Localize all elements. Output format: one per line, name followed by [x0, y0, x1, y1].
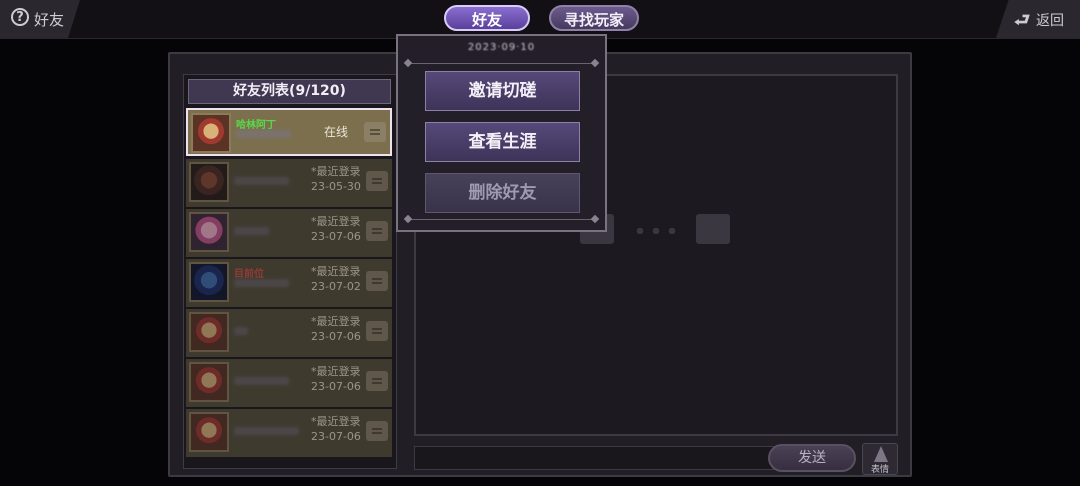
friend-list-header: 好友列表(9/120) [188, 79, 391, 104]
friend-name-blurred [234, 377, 289, 385]
invite-spar-button[interactable]: 邀请切磋 [425, 71, 580, 111]
last-login: *最近登录 23-07-06 [311, 365, 361, 393]
last-login: *最近登录 23-07-06 [311, 215, 361, 243]
emote-icon [874, 446, 888, 462]
delete-friend-button[interactable]: 删除好友 [425, 173, 580, 213]
chat-icon[interactable] [364, 122, 386, 142]
avatar[interactable] [189, 262, 229, 302]
avatar[interactable] [189, 362, 229, 402]
chat-icon[interactable] [366, 271, 388, 291]
back-label[interactable]: 返回 [1036, 10, 1064, 30]
chat-icon[interactable] [366, 371, 388, 391]
friend-name: 目前位 [234, 269, 264, 280]
emote-button[interactable]: 表情 [862, 443, 898, 475]
avatar[interactable] [189, 412, 229, 452]
tab-find-players[interactable]: 寻找玩家 [549, 5, 639, 31]
avatar[interactable] [191, 113, 231, 153]
friend-action-popup: 2023·09·10 邀请切磋 查看生涯 删除好友 [396, 34, 607, 232]
page-title: 好友 [34, 11, 65, 29]
friend-row[interactable]: *最近登录 23-07-06 [186, 309, 392, 357]
last-login: *最近登录 23-05-30 [311, 165, 361, 193]
avatar[interactable] [189, 162, 229, 202]
chat-input[interactable] [414, 446, 774, 470]
tab-friends[interactable]: 好友 [444, 5, 530, 31]
avatar[interactable] [189, 212, 229, 252]
friend-name-blurred [234, 427, 299, 435]
friend-row[interactable]: *最近登录 23-07-06 [186, 359, 392, 407]
last-login: *最近登录 23-07-06 [311, 315, 361, 343]
ellipsis-icon [632, 228, 678, 234]
last-login: *最近登录 23-07-02 [311, 265, 361, 293]
friend-row[interactable]: 目前位 *最近登录 23-07-02 [186, 259, 392, 307]
chat-icon[interactable] [366, 321, 388, 341]
send-button[interactable]: 发送 [768, 444, 856, 472]
last-login: *最近登录 23-07-06 [311, 415, 361, 443]
divider [408, 63, 595, 64]
friend-name: 哈林阿丁 [236, 120, 276, 131]
back-arrow-icon[interactable]: ⮐ [1014, 8, 1030, 38]
friend-name-blurred [234, 327, 248, 335]
popup-title: 2023·09·10 [467, 42, 536, 53]
avatar[interactable] [189, 312, 229, 352]
friend-subtitle [236, 130, 291, 138]
friend-name-blurred [234, 227, 269, 235]
chat-face-icon [696, 214, 730, 244]
friend-row[interactable]: *最近登录 23-05-30 [186, 159, 392, 207]
friend-name-blurred [234, 177, 289, 185]
friend-subtitle [234, 279, 289, 287]
chat-icon[interactable] [366, 221, 388, 241]
friend-row-selected[interactable]: 哈林阿丁 在线 [186, 108, 392, 156]
help-icon[interactable]: ? [11, 8, 29, 26]
online-status: 在线 [324, 125, 349, 139]
chat-icon[interactable] [366, 171, 388, 191]
chat-icon[interactable] [366, 421, 388, 441]
divider [408, 219, 595, 220]
emote-label: 表情 [870, 465, 889, 475]
friend-row[interactable]: *最近登录 23-07-06 [186, 409, 392, 457]
view-career-button[interactable]: 查看生涯 [425, 122, 580, 162]
friend-row[interactable]: *最近登录 23-07-06 [186, 209, 392, 257]
